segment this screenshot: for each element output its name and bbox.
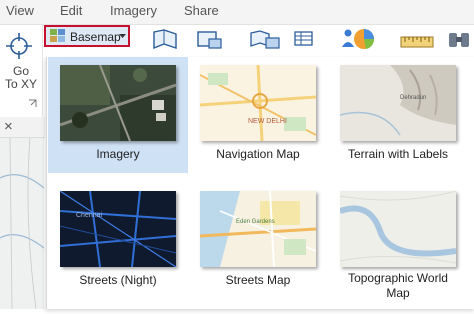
menu-imagery[interactable]: Imagery bbox=[110, 3, 157, 18]
streets-night-thumbnail: Chennai bbox=[60, 191, 176, 267]
menu-bar: View Edit Imagery Share bbox=[0, 0, 474, 25]
basemap-label: Basemap bbox=[70, 30, 121, 44]
basemap-label-terrain: Terrain with Labels bbox=[347, 147, 449, 161]
close-icon[interactable]: × bbox=[4, 118, 13, 135]
basemap-tile-navigation[interactable]: NEW DELHI Navigation Map bbox=[188, 57, 328, 173]
crosshair-icon[interactable] bbox=[4, 31, 34, 61]
add-preset-icon[interactable] bbox=[248, 28, 282, 50]
basemap-button[interactable]: Basemap bbox=[44, 25, 130, 47]
chevron-down-icon bbox=[119, 34, 126, 38]
basemap-tile-imagery[interactable]: Imagery bbox=[48, 57, 188, 173]
menu-edit[interactable]: Edit bbox=[60, 3, 82, 18]
basemap-grid-icon bbox=[50, 29, 65, 42]
basemap-tile-streets-night[interactable]: Chennai Streets (Night) bbox=[48, 183, 188, 299]
navigation-thumbnail: NEW DELHI bbox=[200, 65, 316, 141]
add-data-icon[interactable] bbox=[195, 28, 225, 50]
imagery-thumbnail bbox=[60, 65, 176, 141]
basemap-label-imagery: Imagery bbox=[96, 147, 140, 161]
dialog-launcher-icon[interactable] bbox=[28, 99, 38, 109]
navigation-city-label: NEW DELHI bbox=[248, 118, 287, 125]
basemap-label-streets-night: Streets (Night) bbox=[79, 273, 157, 287]
menu-share[interactable]: Share bbox=[184, 3, 219, 18]
menu-view[interactable]: View bbox=[6, 3, 34, 18]
table-icon[interactable] bbox=[293, 30, 315, 48]
map-background-graphic bbox=[0, 137, 45, 310]
basemap-tile-streets[interactable]: Eden Gardens Streets Map bbox=[188, 183, 328, 299]
basemap-tile-terrain[interactable]: Dehradun Terrain with Labels bbox=[328, 57, 468, 173]
basemap-tile-topographic[interactable]: Topographic World Map bbox=[328, 183, 468, 300]
goto-xy-group: Go To XY bbox=[0, 25, 43, 117]
contents-pane-tab: × bbox=[0, 117, 45, 138]
map-layer-icon[interactable] bbox=[150, 28, 180, 50]
night-place-label: Chennai bbox=[76, 212, 103, 219]
measure-ruler-icon[interactable] bbox=[400, 35, 434, 49]
terrain-place-label: Dehradun bbox=[400, 95, 426, 101]
terrain-thumbnail: Dehradun bbox=[340, 65, 456, 141]
topographic-thumbnail bbox=[340, 191, 456, 267]
basemap-gallery: Imagery NEW DELHI Navigation Map Dehradu… bbox=[46, 57, 474, 309]
streets-place-label: Eden Gardens bbox=[236, 219, 275, 225]
basemap-label-navigation: Navigation Map bbox=[216, 147, 300, 161]
basemap-label-topographic: Topographic World Map bbox=[348, 271, 448, 300]
goto-xy-label-line2[interactable]: To XY bbox=[0, 78, 42, 91]
pie-chart-people-icon[interactable] bbox=[340, 25, 376, 53]
map-view-strip bbox=[0, 137, 45, 310]
binoculars-icon[interactable] bbox=[446, 29, 474, 51]
streets-thumbnail: Eden Gardens bbox=[200, 191, 316, 267]
basemap-label-streets: Streets Map bbox=[225, 273, 291, 287]
